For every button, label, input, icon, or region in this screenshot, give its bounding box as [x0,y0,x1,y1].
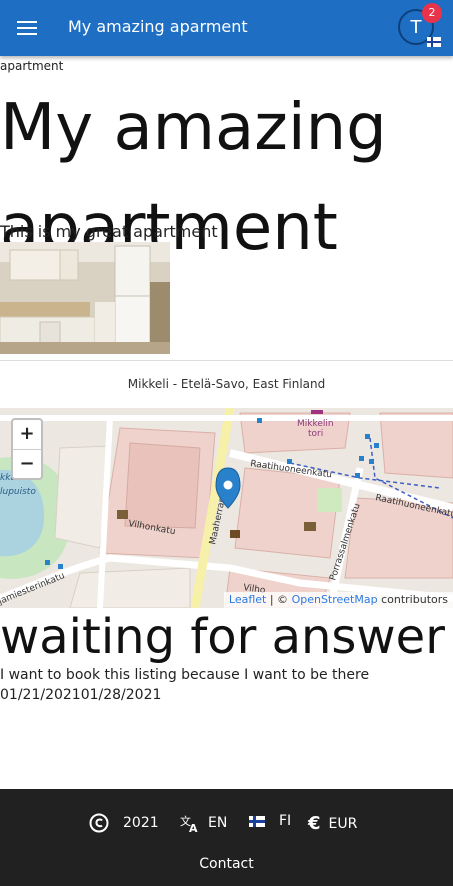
language-fi-button[interactable]: FI [249,813,291,829]
currency-label: EUR [328,815,358,832]
attribution-suffix: contributors [381,593,448,606]
footer: 2021 文 A EN FI € EUR Contact [0,789,453,886]
listing-photo [0,242,170,354]
contact-link[interactable]: Contact [0,856,453,872]
zoom-out-button[interactable]: − [13,450,41,479]
language-en-label: EN [208,815,228,831]
svg-text:A: A [189,822,198,833]
map-label-street7: lupuisto [0,487,36,497]
section-divider [0,360,453,361]
breadcrumb: apartment [0,59,64,73]
language-fi-label: FI [279,813,292,829]
copyright: 2021 [89,813,159,833]
menu-icon[interactable] [14,16,42,40]
booking-dates: 01/21/202101/28/2021 [0,687,162,703]
language-en-button[interactable]: 文 A EN [180,813,227,833]
finland-flag-icon [427,37,441,47]
map-label-tori2: tori [308,429,323,439]
notification-badge: 2 [422,3,442,23]
app-bar: My amazing aparment T 2 [0,0,453,56]
app-title: My amazing aparment [68,17,248,36]
openstreetmap-link[interactable]: OpenStreetMap [292,593,378,606]
listing-description: This is my great apartment [0,222,218,241]
copyright-year: 2021 [123,815,159,831]
booking-status: waiting for answer [0,609,445,665]
map[interactable]: Mikkelin tori Raatihuoneenkatu Raatihuon… [0,408,453,608]
map-label-tori1: Mikkelin [297,419,334,429]
listing-location: Mikkeli - Etelä-Savo, East Finland [127,377,326,391]
euro-icon: € [308,813,321,834]
zoom-in-button[interactable]: + [13,420,41,450]
leaflet-link[interactable]: Leaflet [229,593,266,606]
attribution-separator: | © [269,593,289,606]
translate-icon: 文 A [180,814,198,833]
map-zoom-control: + − [11,418,43,480]
currency-button[interactable]: € EUR [308,813,357,834]
copyright-icon [89,813,109,833]
map-attribution: Leaflet | © OpenStreetMap contributors [223,592,453,608]
finland-flag-icon [249,815,265,827]
booking-message: I want to book this listing because I wa… [0,667,370,683]
